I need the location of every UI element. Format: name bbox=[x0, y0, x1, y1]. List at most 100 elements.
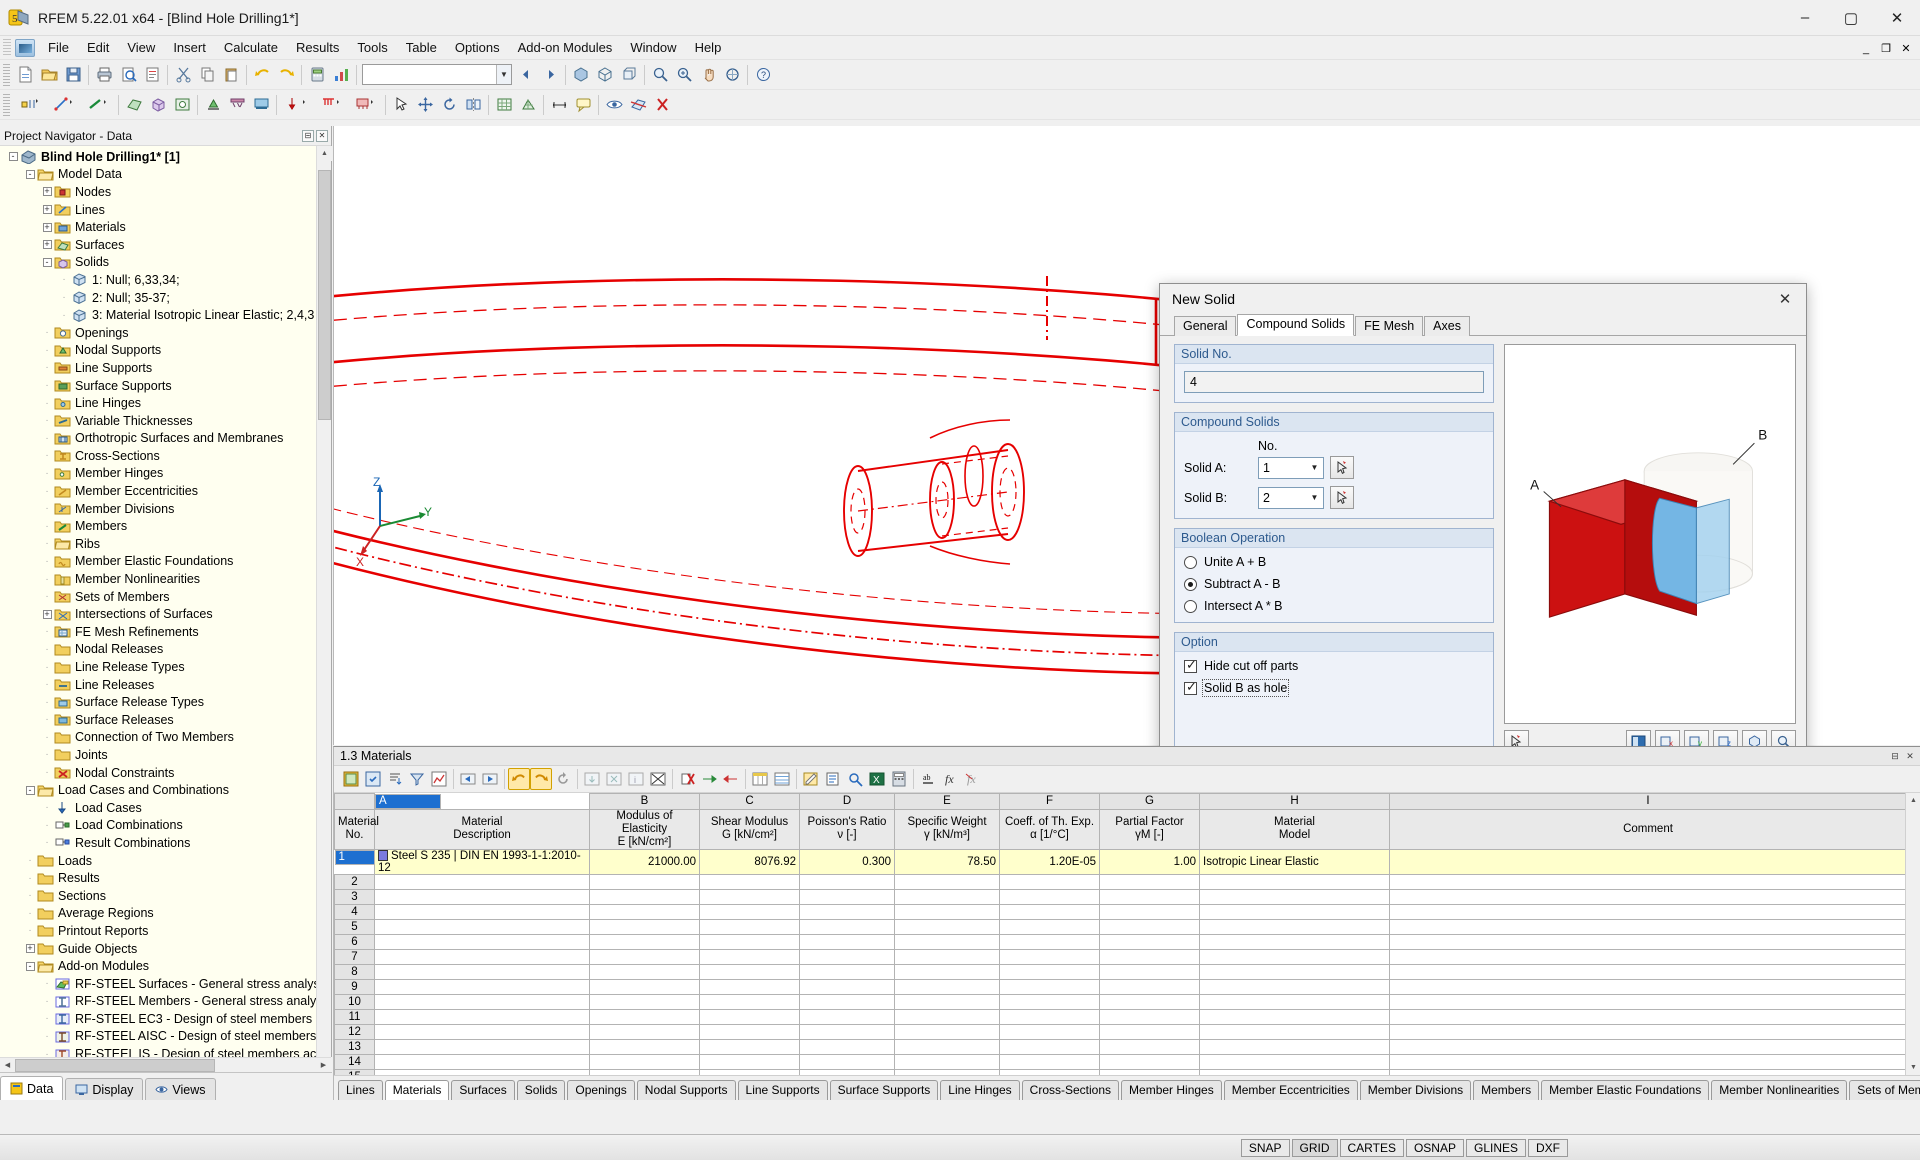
new-file-icon[interactable] bbox=[13, 63, 37, 87]
grid-cell-weight[interactable] bbox=[894, 963, 1000, 980]
grid-cell-weight[interactable]: 78.50 bbox=[894, 848, 1000, 875]
grid-cell-shear[interactable] bbox=[699, 873, 800, 890]
table-row[interactable]: 12 bbox=[334, 1023, 1907, 1040]
solid-a-pick-button[interactable] bbox=[1330, 456, 1354, 479]
grid-cell-thexp[interactable] bbox=[999, 1068, 1100, 1075]
tree-node-rf-steel-ec3-design-of-steel-members-ac[interactable]: · RF-STEEL EC3 - Design of steel members … bbox=[0, 1010, 331, 1028]
table-tab-lines[interactable]: Lines bbox=[338, 1080, 383, 1100]
status-toggle-cartes[interactable]: CARTES bbox=[1339, 1138, 1404, 1157]
table-delete-row-icon[interactable] bbox=[676, 768, 698, 790]
grid-cell-description[interactable] bbox=[374, 993, 590, 1010]
grid-cell-poisson[interactable] bbox=[799, 903, 895, 920]
grid-cell-partial[interactable] bbox=[1099, 1008, 1200, 1025]
tree-node-3-material-isotropic-linear-elastic-2-4-3[interactable]: · 3: Material Isotropic Linear Elastic; 2… bbox=[0, 306, 331, 324]
grid-cell-shear[interactable] bbox=[699, 888, 800, 905]
grid-cell-modulus[interactable] bbox=[589, 873, 700, 890]
check-hide-cut-off-parts-row[interactable]: Hide cut off parts bbox=[1184, 657, 1484, 673]
materials-grid-wrapper[interactable]: A B C D E F G H I Material No. Material Description M… bbox=[334, 793, 1920, 1075]
dialog-tab-general[interactable]: General bbox=[1174, 316, 1237, 336]
navigator-tab-views[interactable]: Views bbox=[145, 1078, 216, 1100]
grid-column-letter-G[interactable]: G bbox=[1099, 793, 1200, 810]
new-nodal-support-icon[interactable] bbox=[201, 93, 225, 117]
table-filter-icon[interactable] bbox=[406, 768, 428, 790]
grid-row-number[interactable]: 1 bbox=[334, 849, 375, 865]
table-refresh-icon[interactable] bbox=[552, 768, 574, 790]
grid-cell-modulus[interactable] bbox=[589, 1038, 700, 1055]
table-column-view-icon[interactable] bbox=[749, 768, 771, 790]
grid-cell-poisson[interactable] bbox=[799, 978, 895, 995]
new-solid-dialog[interactable]: New Solid ✕ General Compound Solids FE M… bbox=[1159, 283, 1807, 803]
tree-node-member-eccentricities[interactable]: · Member Eccentricities bbox=[0, 482, 331, 500]
table-row[interactable]: 10 bbox=[334, 993, 1907, 1010]
results-icon[interactable] bbox=[329, 63, 353, 87]
fe-mesh-icon[interactable] bbox=[492, 93, 516, 117]
tree-node-load-combinations[interactable]: · Load Combinations bbox=[0, 817, 331, 835]
grid-row-number[interactable]: 12 bbox=[334, 1023, 375, 1040]
grid-scroll-down-arrow-icon[interactable]: ▼ bbox=[1906, 1060, 1920, 1075]
tree-expander-toggle[interactable]: + bbox=[40, 605, 54, 623]
table-row[interactable]: 6 bbox=[334, 933, 1907, 950]
menu-item-help[interactable]: Help bbox=[686, 37, 731, 58]
tree-node-connection-of-two-members[interactable]: · Connection of Two Members bbox=[0, 729, 331, 747]
grid-cell-thexp[interactable] bbox=[999, 1038, 1100, 1055]
window-minimize-button[interactable]: – bbox=[1782, 0, 1828, 36]
grid-cell-weight[interactable] bbox=[894, 1038, 1000, 1055]
table-row-view-icon[interactable] bbox=[771, 768, 793, 790]
status-toggle-osnap[interactable]: OSNAP bbox=[1405, 1138, 1464, 1157]
dialog-tab-compound-solids[interactable]: Compound Solids bbox=[1237, 314, 1355, 336]
grid-row-number[interactable]: 13 bbox=[334, 1038, 375, 1055]
materials-grid[interactable]: A B C D E F G H I Material No. Material Description M… bbox=[334, 793, 1907, 1075]
table-select-all-icon[interactable] bbox=[362, 768, 384, 790]
tree-node-member-hinges[interactable]: · Member Hinges bbox=[0, 465, 331, 483]
grid-cell-modulus[interactable] bbox=[589, 1023, 700, 1040]
tree-node-ribs[interactable]: · Ribs bbox=[0, 535, 331, 553]
table-tab-surface-supports[interactable]: Surface Supports bbox=[829, 1080, 939, 1100]
tree-expander-toggle[interactable]: + bbox=[40, 236, 54, 254]
grid-cell-thexp[interactable] bbox=[999, 1023, 1100, 1040]
grid-cell-modulus[interactable] bbox=[589, 1053, 700, 1070]
tree-node-surface-release-types[interactable]: · Surface Release Types bbox=[0, 693, 331, 711]
grid-cell-thexp[interactable] bbox=[999, 873, 1100, 890]
grid-cell-partial[interactable] bbox=[1099, 888, 1200, 905]
grid-cell-shear[interactable] bbox=[699, 903, 800, 920]
menu-item-edit[interactable]: Edit bbox=[78, 37, 118, 58]
grid-cell-modulus[interactable] bbox=[589, 1008, 700, 1025]
grid-cell-poisson[interactable] bbox=[799, 933, 895, 950]
table-search-icon[interactable] bbox=[844, 768, 866, 790]
radio-subtract-indicator[interactable] bbox=[1184, 577, 1197, 591]
menu-item-insert[interactable]: Insert bbox=[164, 37, 215, 58]
table-tab-line-supports[interactable]: Line Supports bbox=[737, 1080, 828, 1100]
check-solid-b-as-hole-row[interactable]: Solid B as hole bbox=[1184, 679, 1484, 697]
grid-corner-cell[interactable] bbox=[334, 793, 375, 810]
grid-cell-partial[interactable] bbox=[1099, 933, 1200, 950]
tree-node-result-combinations[interactable]: · Result Combinations bbox=[0, 834, 331, 852]
table-panel-pin-button[interactable]: ⊟ bbox=[1889, 750, 1901, 762]
expand-icon[interactable]: + bbox=[42, 222, 52, 232]
chevron-down-icon[interactable]: ▼ bbox=[1306, 488, 1323, 508]
tree-expander-toggle[interactable]: + bbox=[40, 218, 54, 236]
table-row-info-icon[interactable]: i bbox=[625, 768, 647, 790]
grid-cell-description[interactable] bbox=[374, 888, 590, 905]
toolbar-grip-2[interactable] bbox=[3, 93, 10, 116]
grid-cell-poisson[interactable] bbox=[799, 918, 895, 935]
rotate-objects-icon[interactable] bbox=[437, 93, 461, 117]
dialog-tab-fe-mesh[interactable]: FE Mesh bbox=[1355, 316, 1424, 336]
window-close-button[interactable]: ✕ bbox=[1874, 0, 1920, 36]
render-shaded-icon[interactable] bbox=[569, 63, 593, 87]
print-icon[interactable] bbox=[92, 63, 116, 87]
menu-item-tools[interactable]: Tools bbox=[348, 37, 396, 58]
grid-row-number[interactable]: 11 bbox=[334, 1008, 375, 1025]
tree-node-orthotropic-surfaces-and-membranes[interactable]: · Orthotropic Surfaces and Membranes bbox=[0, 430, 331, 448]
grid-cell-modulus[interactable] bbox=[589, 948, 700, 965]
grid-cell-shear[interactable] bbox=[699, 1023, 800, 1040]
delete-icon[interactable] bbox=[650, 93, 674, 117]
grid-cell-comment[interactable] bbox=[1389, 1008, 1907, 1025]
grid-cell-partial[interactable] bbox=[1099, 963, 1200, 980]
table-crossed-icon[interactable] bbox=[647, 768, 669, 790]
status-toggle-snap[interactable]: SNAP bbox=[1240, 1138, 1290, 1157]
tree-expander-toggle[interactable]: + bbox=[40, 183, 54, 201]
grid-scroll-up-arrow-icon[interactable]: ▲ bbox=[1906, 793, 1920, 808]
mdi-close-button[interactable]: ✕ bbox=[1898, 41, 1914, 55]
tree-node-surface-releases[interactable]: · Surface Releases bbox=[0, 711, 331, 729]
grid-row-number[interactable]: 9 bbox=[334, 978, 375, 995]
